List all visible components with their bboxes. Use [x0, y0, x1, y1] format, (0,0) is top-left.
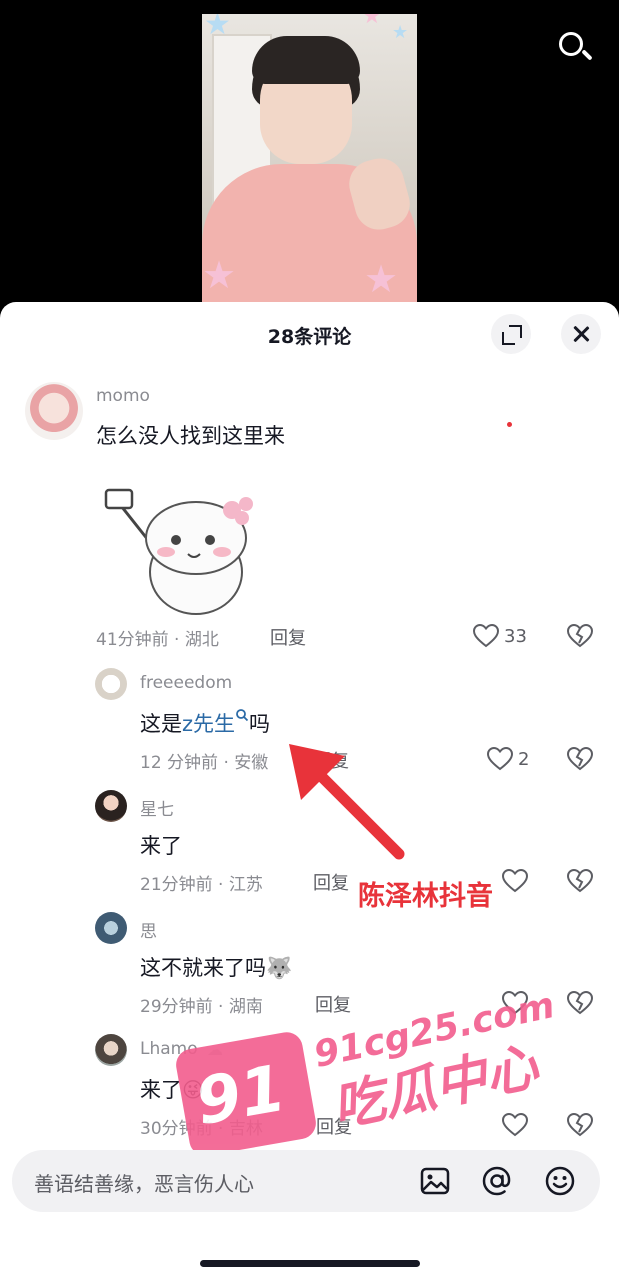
avatar[interactable] — [95, 1034, 127, 1066]
comment-username[interactable]: 星七 — [140, 795, 174, 820]
broken-heart-icon[interactable] — [567, 747, 593, 771]
comment-text-suffix: 吗 — [249, 712, 271, 736]
comment-text: 这不就来了吗🐺 — [140, 952, 292, 982]
star-decoration: ★ — [204, 14, 231, 42]
comment-text: 怎么没人找到这里来 — [96, 424, 285, 448]
like-button[interactable] — [502, 1111, 528, 1139]
like-button[interactable]: 33 — [473, 622, 527, 650]
comment-text: 来了 — [140, 834, 182, 858]
comment-username[interactable]: 思 — [140, 917, 157, 942]
broken-heart-icon[interactable] — [567, 991, 593, 1015]
comment-text-prefix: 这是 — [140, 712, 182, 736]
like-count: 33 — [504, 625, 527, 647]
search-icon[interactable] — [235, 708, 249, 722]
comment-time-location: 12 分钟前 · 安徽 — [140, 753, 269, 773]
annotation-label: 陈泽林抖音 — [358, 881, 493, 912]
close-button[interactable] — [561, 314, 601, 354]
unread-dot — [507, 422, 512, 427]
like-count: 2 — [518, 748, 530, 770]
avatar[interactable] — [95, 790, 127, 822]
comment-time-location: 41分钟前 · 湖北 — [96, 630, 219, 650]
expand-button[interactable] — [491, 314, 531, 354]
comment-text-body: 这不就来了吗 — [140, 956, 266, 980]
star-decoration: ★ — [362, 14, 382, 29]
annotation-arrow — [289, 744, 405, 860]
close-icon — [571, 324, 591, 344]
broken-heart-icon[interactable] — [567, 624, 593, 648]
home-indicator[interactable] — [200, 1260, 420, 1267]
wolf-emoji: 🐺 — [266, 956, 293, 980]
heart-icon — [502, 869, 528, 893]
watermark-badge: 91 — [173, 1029, 319, 1159]
comment-time-location: 29分钟前 · 湖南 — [140, 997, 263, 1017]
broken-heart-icon[interactable] — [567, 869, 593, 893]
person-fringe — [252, 36, 360, 84]
comment-time-location: 21分钟前 · 江苏 — [140, 875, 263, 895]
avatar[interactable] — [95, 668, 127, 700]
comment-username[interactable]: freeeedom — [140, 673, 232, 693]
search-button[interactable] — [555, 28, 595, 68]
at-icon[interactable] — [480, 1164, 514, 1198]
star-decoration: ★ — [392, 22, 409, 43]
comment-input[interactable]: 善语结善缘，恶言伤人心 — [12, 1150, 600, 1212]
reply-button[interactable]: 回复 — [315, 991, 351, 1017]
like-button[interactable] — [502, 867, 528, 895]
heart-icon — [473, 624, 499, 648]
search-icon — [559, 32, 583, 56]
search-icon-handle — [581, 49, 593, 61]
heart-icon — [487, 747, 513, 771]
sticker-image[interactable] — [104, 476, 254, 620]
reply-button[interactable]: 回复 — [313, 869, 349, 895]
comment-username[interactable]: momo — [96, 386, 150, 406]
reply-button[interactable]: 回复 — [270, 624, 306, 650]
video-frame[interactable]: ★ ★ ★ ★ ★ — [202, 14, 417, 302]
emoji-icon[interactable] — [543, 1164, 577, 1198]
avatar[interactable] — [25, 382, 83, 440]
comment-text: 这是z先生吗 — [140, 708, 270, 738]
image-icon[interactable] — [418, 1164, 452, 1198]
bottom-area — [0, 1212, 619, 1280]
star-decoration: ★ — [202, 253, 237, 297]
watermark-badge-text: 91 — [190, 1051, 292, 1141]
video-area[interactable]: ★ ★ ★ ★ ★ — [0, 0, 619, 310]
avatar[interactable] — [95, 912, 127, 944]
heart-icon — [502, 1113, 528, 1137]
expand-icon — [502, 325, 522, 345]
comment-input-placeholder: 善语结善缘，恶言伤人心 — [34, 1172, 254, 1196]
comment-text-body: 来了 — [140, 1078, 182, 1102]
star-decoration: ★ — [364, 257, 399, 301]
like-button[interactable]: 2 — [487, 745, 529, 773]
broken-heart-icon[interactable] — [567, 1113, 593, 1137]
mention-link[interactable]: z先生 — [182, 712, 235, 736]
